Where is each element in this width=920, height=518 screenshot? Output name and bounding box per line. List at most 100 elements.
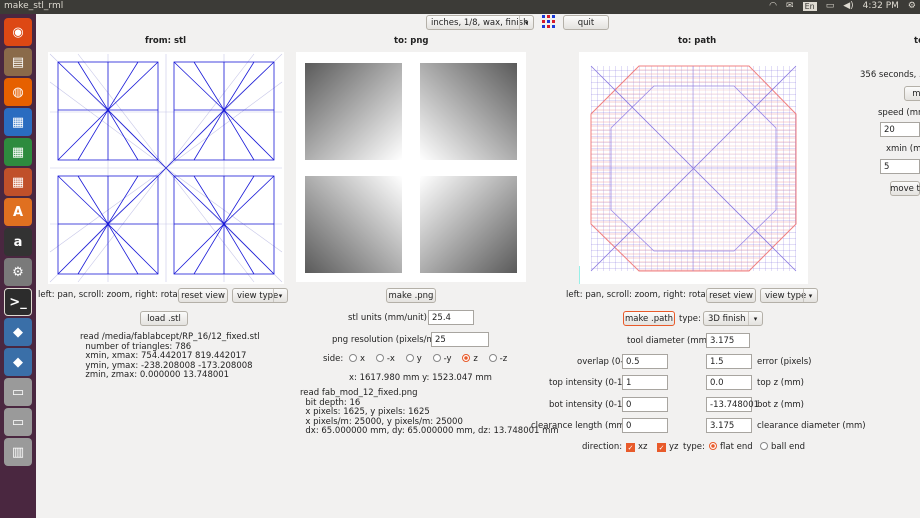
settings-icon[interactable]: ⚙ [4,258,32,286]
side-radio-neg-y[interactable]: -y [432,354,452,364]
side-label: side: [323,354,344,364]
stl-info: read /media/fablabcept/RP_16/12_fixed.st… [80,332,260,381]
xmin-input[interactable]: 5 [880,159,920,174]
mail-icon[interactable]: ✉ [786,1,794,11]
calc-icon[interactable]: ▦ [4,138,32,166]
path-reset-view-button[interactable]: reset view [706,288,756,303]
stl-view-type-select[interactable]: view type ▾ [232,288,288,303]
direction-label: direction: [582,442,623,452]
wifi-icon[interactable]: ◠ [769,1,777,11]
move-to-button[interactable]: move t [890,181,920,196]
process-select[interactable]: inches, 1/8, wax, finish ▾ [426,15,534,30]
side-radio-neg-z[interactable]: -z [488,354,508,364]
yz-label: yz [669,442,679,452]
top-z-input[interactable]: 0.0 [706,375,752,390]
png-viewer[interactable] [296,52,526,282]
top-intensity-input[interactable]: 1 [622,375,668,390]
make-png-button[interactable]: make .png [386,288,436,303]
xz-label: xz [638,442,648,452]
side-radio-x[interactable]: x [349,354,365,364]
chevron-down-icon: ▾ [273,289,287,302]
stl-reset-view-button[interactable]: reset view [178,288,228,303]
chevron-down-icon: ▾ [748,312,762,325]
stl-viewer[interactable] [48,52,284,284]
png-tile [420,176,517,273]
radio-selected-icon [709,442,717,450]
radio-icon [760,442,768,450]
stl-header: from: stl [145,36,186,46]
terminal-icon[interactable]: >_ [4,288,32,316]
clearance-diameter-label: clearance diameter (mm) [757,421,866,431]
clock[interactable]: 4:32 PM [863,1,899,11]
path-view-type-select[interactable]: view type ▾ [760,288,818,303]
png-tile [420,63,517,160]
drive-icon[interactable]: ▭ [4,378,32,406]
clearance-length-input[interactable]: 0 [622,418,668,433]
side-option-label: -x [386,354,395,364]
flat-end-label: flat end [720,442,753,452]
path-viewer[interactable] [578,52,808,284]
checkmark-icon: ✓ [657,443,666,452]
chevron-down-icon: ▾ [519,16,533,29]
drive-icon-2[interactable]: ▭ [4,408,32,436]
checkmark-icon: ✓ [626,443,635,452]
bot-z-input[interactable]: -13.748001 [706,397,759,412]
amazon-icon[interactable]: a [4,228,32,256]
direction-xz-checkbox[interactable]: ✓ xz [626,442,648,452]
clearance-length-label: clearance length (mm) [531,421,629,431]
files-icon[interactable]: ▤ [4,48,32,76]
side-radio-y[interactable]: y [405,354,422,364]
trash-icon[interactable]: ▥ [4,438,32,466]
side-option-label: -y [443,354,452,364]
volume-icon[interactable]: ◀) [843,1,853,11]
path-type-label: type: [679,314,701,324]
path-type-select[interactable]: 3D finish ▾ [703,311,763,326]
toolpath-view [578,65,797,284]
tool-diameter-input[interactable]: 3.175 [706,333,750,348]
png-tile [305,176,402,273]
direction-yz-checkbox[interactable]: ✓ yz [657,442,679,452]
ubuntu-icon[interactable]: ◉ [4,18,32,46]
stl-units-input[interactable]: 25.4 [428,310,474,325]
python-icon-2[interactable]: ◆ [4,348,32,376]
make-path-button[interactable]: make .path [623,311,675,326]
python-icon[interactable]: ◆ [4,318,32,346]
software-center-icon[interactable]: A [4,198,32,226]
xmin-label: xmin (mm [886,144,920,154]
radio-icon [488,354,497,362]
impress-icon[interactable]: ▦ [4,168,32,196]
side-option-label: -z [499,354,508,364]
tool-diameter-label: tool diameter (mm) [627,336,711,346]
stl-units-label: stl units (mm/unit): [348,313,430,323]
error-input[interactable]: 1.5 [706,354,752,369]
quit-button[interactable]: quit [563,15,609,30]
ball-end-radio[interactable]: ball end [760,442,805,452]
speed-input[interactable]: 20 [880,122,920,137]
ball-end-label: ball end [771,442,806,452]
top-panel: make_stl_rml ◠ ✉ En ▭ ◀) 4:32 PM ⚙ [0,0,920,14]
side-radio-group: x -x y -y z -z [349,354,507,364]
writer-icon[interactable]: ▦ [4,108,32,136]
battery-icon[interactable]: ▭ [826,1,835,11]
png-header: to: png [394,36,429,46]
side-radio-z[interactable]: z [462,354,478,364]
chevron-down-icon: ▾ [803,289,817,302]
make-rml-button[interactable]: ma [904,86,920,101]
load-stl-button[interactable]: load .stl [140,311,188,326]
overlap-input[interactable]: 0.5 [622,354,668,369]
radio-selected-icon [462,354,471,362]
png-resolution-input[interactable]: 25 [431,332,489,347]
side-radio-neg-x[interactable]: -x [375,354,395,364]
gear-icon[interactable]: ⚙ [908,1,916,11]
radio-icon [375,354,384,362]
firefox-icon[interactable]: ◍ [4,78,32,106]
stl-info-line: zmin, zmax: 0.000000 13.748001 [80,370,230,380]
process-select-value: inches, 1/8, wax, finish [431,17,529,28]
clearance-diameter-input[interactable]: 3.175 [706,418,752,433]
flat-end-radio[interactable]: flat end [709,442,753,452]
bot-intensity-label: bot intensity (0-1) [549,400,626,410]
keyboard-indicator[interactable]: En [802,1,817,11]
bot-intensity-input[interactable]: 0 [622,397,668,412]
speed-label: speed (mm [878,108,920,118]
path-hint: left: pan, scroll: zoom, right: rotate [566,290,715,300]
